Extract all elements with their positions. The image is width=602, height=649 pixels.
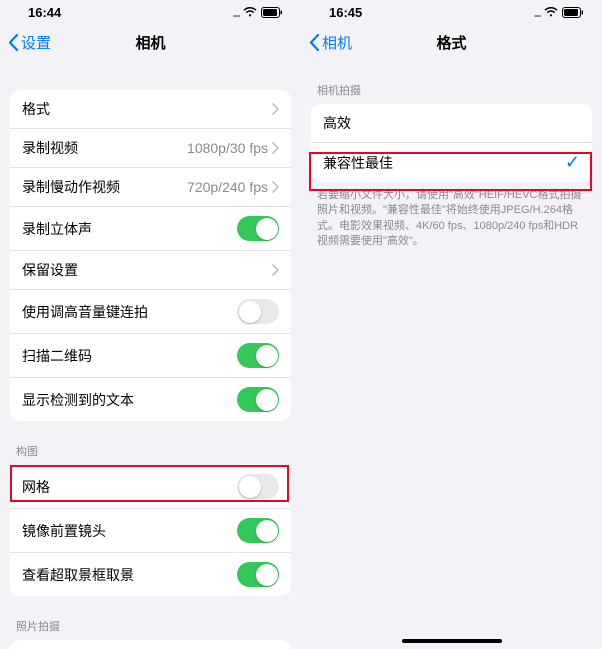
settings-group-photo: 摄影风格 (10, 640, 291, 649)
row-label: 兼容性最佳 (323, 153, 393, 173)
cellular-dots-icon: .... (233, 5, 239, 20)
row-qr: 扫描二维码 (10, 334, 291, 378)
settings-group-main: 格式 录制视频 1080p/30 fps 录制慢动作视频 720p/240 fp… (10, 90, 291, 421)
row-label: 录制立体声 (22, 219, 92, 239)
row-label: 高效 (323, 113, 351, 133)
nav-bar: 设置 相机 (0, 24, 301, 60)
row-preserve[interactable]: 保留设置 (10, 251, 291, 290)
row-value: 1080p/30 fps (187, 140, 268, 156)
wifi-icon (544, 7, 558, 17)
row-label: 使用调高音量键连拍 (22, 302, 148, 322)
status-bar: 16:44 .... (0, 0, 301, 24)
row-label: 镜像前置镜头 (22, 521, 106, 541)
status-bar: 16:45 .... (301, 0, 602, 24)
check-icon: ✓ (565, 152, 580, 173)
status-icons: .... (233, 5, 283, 20)
row-format[interactable]: 格式 (10, 90, 291, 129)
status-time: 16:44 (28, 5, 61, 20)
row-label: 网格 (22, 477, 50, 497)
status-time: 16:45 (329, 5, 362, 20)
row-label: 录制慢动作视频 (22, 177, 120, 197)
row-label: 格式 (22, 99, 50, 119)
home-indicator[interactable] (402, 639, 502, 643)
back-label: 相机 (322, 32, 352, 53)
group-header-capture: 相机拍摄 (301, 60, 602, 104)
row-label: 显示检测到的文本 (22, 390, 134, 410)
detected-text-toggle[interactable] (237, 387, 279, 412)
row-label: 录制视频 (22, 138, 78, 158)
back-button[interactable]: 设置 (8, 32, 51, 53)
cellular-dots-icon: .... (534, 5, 540, 20)
row-detected-text: 显示检测到的文本 (10, 378, 291, 421)
battery-icon (562, 7, 584, 18)
chevron-left-icon (8, 34, 19, 51)
qr-toggle[interactable] (237, 343, 279, 368)
battery-icon (261, 7, 283, 18)
row-label: 扫描二维码 (22, 346, 92, 366)
chevron-right-icon (272, 103, 279, 115)
group-header-composition: 构图 (0, 421, 301, 465)
row-volume-burst: 使用调高音量键连拍 (10, 290, 291, 334)
row-video[interactable]: 录制视频 1080p/30 fps (10, 129, 291, 168)
group-header-photo: 照片拍摄 (0, 596, 301, 640)
row-mirror-front: 镜像前置镜头 (10, 509, 291, 553)
row-label: 保留设置 (22, 260, 78, 280)
wifi-icon (243, 7, 257, 17)
volume-burst-toggle[interactable] (237, 299, 279, 324)
stereo-toggle[interactable] (237, 216, 279, 241)
back-label: 设置 (21, 32, 51, 53)
chevron-right-icon (272, 142, 279, 154)
back-button[interactable]: 相机 (309, 32, 352, 53)
row-outside-frame: 查看超取景框取景 (10, 553, 291, 596)
status-icons: .... (534, 5, 584, 20)
row-grid: 网格 (10, 465, 291, 509)
mirror-front-toggle[interactable] (237, 518, 279, 543)
row-high-efficiency[interactable]: 高效 (311, 104, 592, 143)
row-photo-style[interactable]: 摄影风格 (10, 640, 291, 649)
row-slomo[interactable]: 录制慢动作视频 720p/240 fps (10, 168, 291, 207)
group-footer-capture: 若要缩小文件大小，请使用"高效"HEIF/HEVC格式拍摄照片和视频。"兼容性最… (301, 182, 602, 250)
chevron-right-icon (272, 264, 279, 276)
chevron-right-icon (272, 181, 279, 193)
nav-bar: 相机 格式 (301, 24, 602, 60)
row-value: 720p/240 fps (187, 179, 268, 195)
settings-group-composition: 网格 镜像前置镜头 查看超取景框取景 (10, 465, 291, 596)
phone-format-settings: 16:45 .... 相机 格式 相机拍摄 高效 兼容性最佳 ✓ 若要缩小文件大… (301, 0, 602, 649)
outside-frame-toggle[interactable] (237, 562, 279, 587)
row-most-compatible[interactable]: 兼容性最佳 ✓ (311, 143, 592, 182)
phone-camera-settings: 16:44 .... 设置 相机 格式 录制视频 1080p/30 fps 录制… (0, 0, 301, 649)
chevron-left-icon (309, 34, 320, 51)
row-label: 查看超取景框取景 (22, 565, 134, 585)
grid-toggle[interactable] (237, 474, 279, 499)
settings-group-capture: 高效 兼容性最佳 ✓ (311, 104, 592, 182)
row-stereo: 录制立体声 (10, 207, 291, 251)
